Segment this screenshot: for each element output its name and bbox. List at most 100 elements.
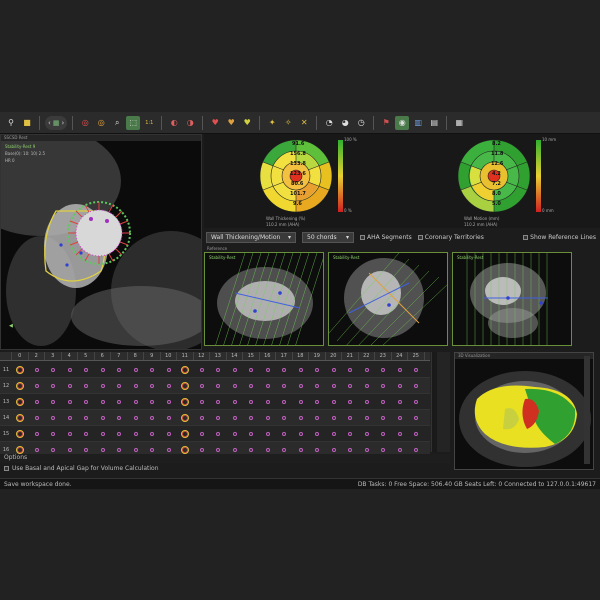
phase-cell[interactable] [293,399,310,404]
phase-cell[interactable] [392,447,409,452]
slice-row[interactable]: 14 [0,410,430,426]
phase-cell[interactable] [260,399,277,404]
phase-cell[interactable] [392,431,409,436]
phase-column-header[interactable]: 12 [194,352,210,360]
phase-cell[interactable] [227,399,244,404]
phase-cell[interactable] [78,399,95,404]
phase-column-header[interactable]: 0 [12,352,29,360]
phase-cell[interactable] [260,367,277,372]
phase-cell[interactable] [29,415,46,420]
phase-cell[interactable] [408,415,425,420]
phase-cell[interactable] [128,431,145,436]
phase-cell[interactable] [243,431,260,436]
phase-column-header[interactable]: 16 [260,352,276,360]
chevron-right-icon[interactable]: › [61,119,64,127]
phase-cell[interactable] [194,367,211,372]
phase-cell[interactable] [12,397,29,406]
phase-cell[interactable] [293,447,310,452]
phase-cell[interactable] [408,367,425,372]
gauge-settings-icon[interactable]: ◷ [354,116,368,130]
phase-cell[interactable] [194,415,211,420]
slice-phase-grid[interactable]: 0 2 3 4 5 6 7 8 9 10 11 12 13 14 15 16 17 18 19 20 21 22 23 24 2… [0,352,450,458]
series-navigator[interactable]: ‹ ▦ › [45,115,68,130]
volume-scrollbar[interactable] [584,356,590,464]
phase-cell[interactable] [128,367,145,372]
phase-cell[interactable] [260,431,277,436]
slice-row[interactable]: 15 [0,426,430,442]
phase-cell[interactable] [342,367,359,372]
phase-cell[interactable] [408,431,425,436]
phase-cell[interactable] [293,367,310,372]
roi-edit-icon[interactable]: ✧ [281,116,295,130]
phase-cell[interactable] [161,447,178,452]
phase-cell[interactable] [161,415,178,420]
coronary-territories-box[interactable] [417,234,423,240]
phase-cell[interactable] [309,447,326,452]
heart-icon[interactable]: ♥ [208,116,222,130]
phase-cell[interactable] [177,413,194,422]
phase-cell[interactable] [210,415,227,420]
phase-cell[interactable] [342,447,359,452]
phase-cell[interactable] [45,415,62,420]
heart-epi-icon[interactable]: ♥ [224,116,238,130]
phase-cell[interactable] [62,367,79,372]
phase-cell[interactable] [276,415,293,420]
phase-cell[interactable] [128,447,145,452]
phase-cell[interactable] [45,447,62,452]
phase-cell[interactable] [375,431,392,436]
aha-segments-checkbox[interactable]: AHA Segments [360,234,412,241]
phase-cell[interactable] [260,383,277,388]
phase-cell[interactable] [78,415,95,420]
phase-column-header[interactable]: 13 [210,352,227,360]
phase-cell[interactable] [45,431,62,436]
zoom-ratio[interactable]: 1:1 [142,116,156,130]
phase-cell[interactable] [78,367,95,372]
phase-cell[interactable] [95,447,112,452]
phase-cell[interactable] [29,399,46,404]
phase-column-header[interactable]: 14 [227,352,243,360]
long-axis-view-2[interactable]: Stability-Rest [328,252,448,346]
phase-cell[interactable] [375,447,392,452]
folder-icon[interactable]: ■ [20,116,34,130]
chords-select[interactable]: 50 chords ▾ [302,231,354,243]
phase-cell[interactable] [177,365,194,374]
phase-column-header[interactable]: 7 [111,352,128,360]
phase-cell[interactable] [111,415,128,420]
phase-cell[interactable] [161,431,178,436]
phase-cell[interactable] [392,399,409,404]
flag-icon[interactable]: ⚑ [379,116,393,130]
phase-cell[interactable] [309,399,326,404]
grid-scrollbar[interactable] [431,352,437,452]
phase-column-header[interactable]: 20 [326,352,342,360]
phase-cell[interactable] [227,447,244,452]
zoom-in-icon[interactable]: ◎ [78,116,92,130]
short-axis-viewport[interactable]: SSCSD Rest ◀ Stability-Rest 9 Base(0): 1… [0,134,202,350]
contour-edit-icon[interactable]: ◑ [183,116,197,130]
phase-column-header[interactable]: 22 [359,352,375,360]
phase-cell[interactable] [227,383,244,388]
phase-cell[interactable] [210,383,227,388]
phase-cell[interactable] [95,383,112,388]
phase-column-header[interactable]: 5 [78,352,95,360]
phase-column-header[interactable]: 25 [408,352,425,360]
phase-cell[interactable] [144,415,161,420]
gauge-icon[interactable]: ◔ [322,116,336,130]
phase-cell[interactable] [12,365,29,374]
phase-cell[interactable] [260,415,277,420]
phase-cell[interactable] [276,383,293,388]
basal-apical-option[interactable]: Use Basal and Apical Gap for Volume Calc… [0,464,450,473]
phase-column-header[interactable]: 4 [62,352,78,360]
phase-cell[interactable] [293,431,310,436]
phase-cell[interactable] [62,383,79,388]
phase-column-header[interactable]: 23 [375,352,392,360]
zoom-out-icon[interactable]: ◎ [94,116,108,130]
roi-delete-icon[interactable]: ✕ [297,116,311,130]
phase-cell[interactable] [243,415,260,420]
phase-cell[interactable] [276,431,293,436]
slice-row[interactable]: 13 [0,394,430,410]
phase-cell[interactable] [161,399,178,404]
phase-column-header[interactable]: 17 [276,352,293,360]
phase-cell[interactable] [210,447,227,452]
phase-cell[interactable] [293,383,310,388]
phase-cell[interactable] [375,415,392,420]
